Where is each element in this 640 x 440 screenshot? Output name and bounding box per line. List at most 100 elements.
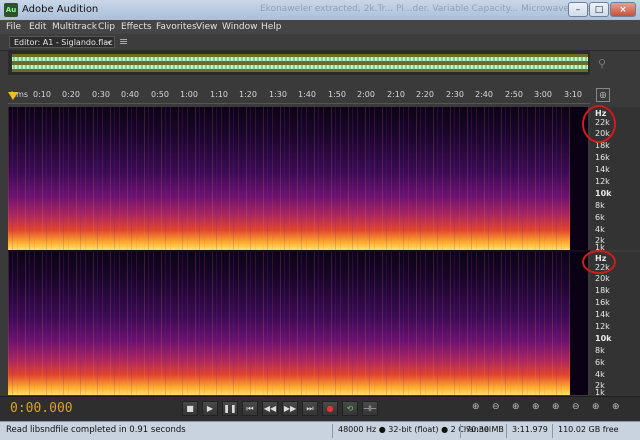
hz-label: 16k: [595, 153, 610, 162]
lock-icon[interactable]: ⚲: [598, 57, 606, 70]
hz-label: 6k: [595, 358, 605, 367]
timeline-tick: 2:50: [505, 90, 523, 99]
status-bar: Read libsndfile completed in 0.91 second…: [0, 421, 640, 440]
menu-bar: File Edit Multitrack Clip Effects Favori…: [0, 20, 640, 34]
timeline-tick: 3:00: [534, 90, 552, 99]
fast-forward-button[interactable]: ▶▶: [282, 401, 298, 416]
zoom-in-point-button[interactable]: ⊖: [572, 402, 580, 412]
menu-edit[interactable]: Edit: [29, 22, 46, 32]
menu-help[interactable]: Help: [261, 22, 282, 32]
status-separator: [460, 424, 461, 438]
spectrogram-channel-2[interactable]: [8, 252, 588, 395]
move-to-previous-button[interactable]: ⏮: [242, 401, 258, 416]
current-time-display[interactable]: 0:00.000: [10, 401, 73, 416]
timeline-tick: 1:00: [180, 90, 198, 99]
timeline-tick: 0:20: [62, 90, 80, 99]
zoom-in-time-button[interactable]: ⊕: [512, 402, 520, 412]
headphones-icon[interactable]: ◎: [596, 88, 610, 102]
timeline-tick: 2:10: [387, 90, 405, 99]
overview-waveform-channel-2: [12, 65, 588, 69]
status-message: Read libsndfile completed in 0.91 second…: [6, 425, 186, 435]
hz-label: 8k: [595, 346, 605, 355]
overview-waveform-channel-1: [12, 57, 588, 61]
timeline-tick: 0:30: [92, 90, 110, 99]
editor-file-dropdown[interactable]: Editor: A1 - Siglando.flac ▾: [9, 36, 115, 48]
overview-navigator[interactable]: [8, 51, 590, 75]
timeline-tick: 2:30: [446, 90, 464, 99]
menu-view[interactable]: View: [196, 22, 217, 32]
chevron-down-icon: ▾: [107, 39, 111, 47]
hz-label: 14k: [595, 310, 610, 319]
skip-selection-button[interactable]: ⊣⊢: [362, 401, 378, 416]
hz-label: 12k: [595, 177, 610, 186]
duration-status: 3:11.979: [512, 425, 548, 434]
spectrogram-channel-1[interactable]: [8, 107, 588, 250]
app-icon: Au: [4, 3, 18, 17]
zoom-out-time-button[interactable]: ⊕: [532, 402, 540, 412]
hz-label: 10k: [595, 334, 612, 343]
timeline-tick: 0:40: [121, 90, 139, 99]
timeline-tick: 1:20: [239, 90, 257, 99]
timeline-tick: 2:00: [357, 90, 375, 99]
hz-label: 20k: [595, 274, 610, 283]
loop-playback-button[interactable]: ⟲: [342, 401, 358, 416]
hz-label: 4k: [595, 225, 605, 234]
timeline-tick: 0:50: [151, 90, 169, 99]
move-to-next-button[interactable]: ⏭: [302, 401, 318, 416]
annotation-circle: [582, 105, 616, 143]
editor-file-dropdown-value: Editor: A1 - Siglando.flac: [14, 38, 113, 47]
menu-file[interactable]: File: [6, 22, 21, 32]
silence-region: [570, 252, 588, 395]
pause-button[interactable]: ❚❚: [222, 401, 238, 416]
timeline-ruler[interactable]: hms 0:10 0:20 0:30 0:40 0:50 1:00 1:10 1…: [8, 87, 590, 104]
zoom-reset-button[interactable]: ⊕: [612, 402, 620, 412]
zoom-out-amplitude-button[interactable]: ⊖: [492, 402, 500, 412]
hz-label: 18k: [595, 286, 610, 295]
minimize-button[interactable]: –: [568, 2, 588, 17]
menu-window[interactable]: Window: [222, 22, 258, 32]
playhead-marker[interactable]: [8, 92, 18, 100]
hz-label: 16k: [595, 298, 610, 307]
record-button[interactable]: ●: [322, 401, 338, 416]
menu-favorites[interactable]: Favorites: [156, 22, 197, 32]
hz-label: 4k: [595, 370, 605, 379]
hz-label: 10k: [595, 189, 612, 198]
close-button[interactable]: ×: [610, 2, 636, 17]
panel-menu-icon[interactable]: ≡: [119, 35, 128, 48]
zoom-out-full-button[interactable]: ⊕: [552, 402, 560, 412]
annotation-circle: [582, 250, 616, 274]
zoom-selection-button[interactable]: ⊕: [592, 402, 600, 412]
rewind-button[interactable]: ◀◀: [262, 401, 278, 416]
timeline-tick: 2:20: [416, 90, 434, 99]
timeline-tick: 1:30: [269, 90, 287, 99]
menu-effects[interactable]: Effects: [121, 22, 152, 32]
maximize-button[interactable]: □: [589, 2, 609, 17]
menu-multitrack[interactable]: Multitrack: [52, 22, 97, 32]
transport-bar: 0:00.000 ■ ▶ ❚❚ ⏮ ◀◀ ▶▶ ⏭ ● ⟲ ⊣⊢ ⊕ ⊖ ⊕ ⊕…: [0, 396, 640, 421]
hz-label: 14k: [595, 165, 610, 174]
timeline-tick: 1:50: [328, 90, 346, 99]
window-title: Adobe Audition: [22, 4, 99, 15]
timeline-tick: 1:40: [298, 90, 316, 99]
spectral-content: [8, 107, 570, 250]
stop-button[interactable]: ■: [182, 401, 198, 416]
free-space-status: 110.02 GB free: [558, 425, 619, 434]
title-bar: Au Adobe Audition Ekonaweler extracted, …: [0, 0, 640, 20]
status-separator: [332, 424, 333, 438]
status-separator: [552, 424, 553, 438]
file-size-status: 70.30 MB: [466, 425, 504, 434]
timeline-tick: 1:10: [210, 90, 228, 99]
menu-clip[interactable]: Clip: [98, 22, 115, 32]
timeline-tick: 0:10: [33, 90, 51, 99]
play-button[interactable]: ▶: [202, 401, 218, 416]
hz-label: 6k: [595, 213, 605, 222]
timeline-tick: 2:40: [475, 90, 493, 99]
hz-label: 12k: [595, 322, 610, 331]
status-separator: [506, 424, 507, 438]
hz-label: 8k: [595, 201, 605, 210]
timeline-tick: 3:10: [564, 90, 582, 99]
ghost-title-text: Ekonaweler extracted, 2k.Tr... Pl...der.…: [260, 4, 603, 14]
zoom-in-amplitude-button[interactable]: ⊕: [472, 402, 480, 412]
spectral-content: [8, 252, 570, 395]
editor-panel-header: Editor: A1 - Siglando.flac ▾ ≡: [0, 34, 640, 51]
